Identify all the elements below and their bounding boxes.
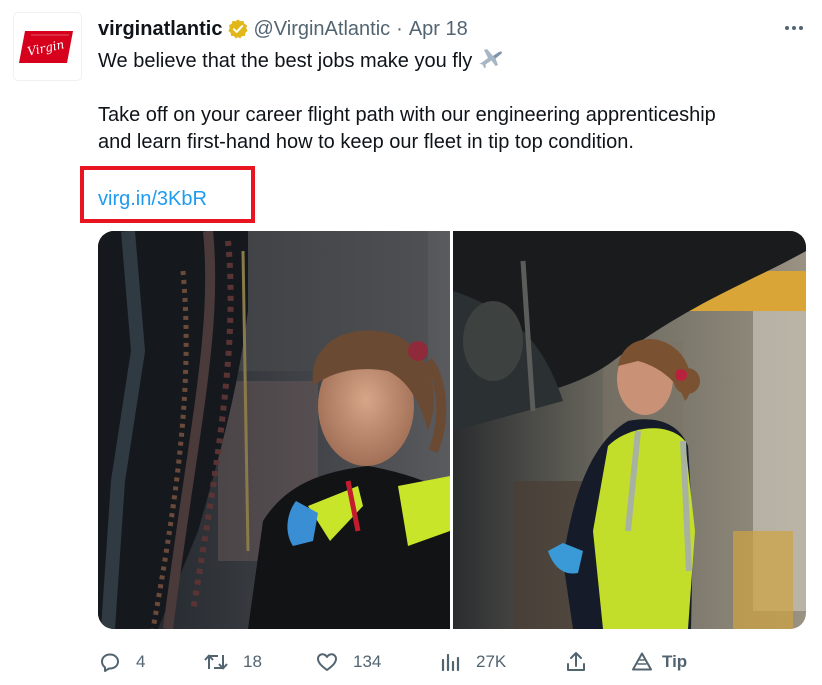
avatar[interactable]: Virgin (14, 13, 81, 80)
media-grid (98, 231, 806, 629)
analytics-icon (441, 653, 460, 672)
share-button[interactable] (564, 648, 588, 676)
tweet-text: and learn first-hand how to keep our fle… (98, 131, 634, 153)
retweet-button[interactable]: 18 (203, 648, 262, 676)
virgin-logo: Virgin (18, 30, 73, 63)
retweet-count: 18 (243, 652, 262, 671)
view-count: 27K (476, 652, 507, 671)
reply-icon (101, 653, 119, 672)
like-button[interactable]: 134 (315, 648, 381, 676)
tip-label: Tip (662, 652, 688, 671)
views-button[interactable]: 27K (440, 648, 506, 676)
heart-icon (317, 653, 337, 671)
reply-button[interactable]: 4 (98, 648, 145, 676)
separator-dot: · (396, 17, 403, 40)
tweet-actions: 4 18 134 27K Tip (98, 648, 762, 676)
tip-button[interactable]: Tip (630, 648, 687, 676)
like-count: 134 (353, 652, 382, 671)
tweet: Virgin virginatlantic @VirginAtlantic · … (0, 0, 822, 685)
tweet-date[interactable]: Apr 18 (409, 18, 468, 41)
tweet-header: virginatlantic @VirginAtlantic · Apr 18 (98, 14, 762, 44)
engineer-photo-left[interactable] (98, 231, 450, 629)
tweet-text: We believe that the best jobs make you f… (98, 50, 473, 72)
engineer-photo-right[interactable] (453, 231, 806, 629)
retweet-icon (204, 654, 228, 670)
tweet-text: Take off on your career flight path with… (98, 104, 716, 126)
airplane-icon (479, 49, 503, 68)
verified-badge-icon[interactable] (227, 18, 249, 40)
more-dot-icon (785, 26, 789, 30)
tweet-link[interactable]: virg.in/3KbR (98, 186, 207, 213)
share-icon (567, 652, 585, 671)
tip-icon (632, 652, 652, 671)
more-dot-icon (799, 26, 803, 30)
tweet-text-line: We believe that the best jobs make you f… (98, 46, 504, 75)
display-name[interactable]: virginatlantic (98, 18, 222, 41)
more-dot-icon (792, 26, 796, 30)
user-handle[interactable]: @VirginAtlantic (253, 18, 390, 41)
reply-count: 4 (136, 652, 146, 671)
more-options-button[interactable] (782, 18, 806, 38)
